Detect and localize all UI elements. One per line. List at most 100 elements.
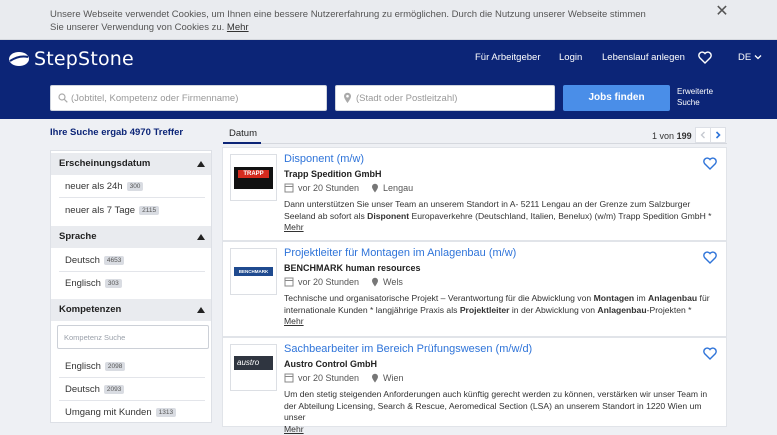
divider <box>59 271 205 272</box>
desc-highlight: Disponent <box>367 210 410 221</box>
desc-highlight: Projektleiter <box>459 304 510 315</box>
job-title-link[interactable]: Sachbearbeiter im Bereich Prüfungswesen … <box>284 343 532 355</box>
company-name: BENCHMARK human resources <box>284 263 421 273</box>
more-link[interactable]: Mehr <box>284 222 304 232</box>
job-card[interactable]: BENCHMARK Projektleiter für Montagen im … <box>222 241 727 337</box>
heart-icon[interactable] <box>703 251 717 264</box>
collapse-icon[interactable] <box>197 234 205 240</box>
clock-icon <box>284 277 294 287</box>
job-card[interactable]: austro Sachbearbeiter im Bereich Prüfung… <box>222 337 727 434</box>
filter-option[interactable]: Deutsch 4653 <box>65 255 125 266</box>
filter-option[interactable]: neuer als 24h 300 <box>65 181 144 192</box>
skill-search-input[interactable] <box>64 326 204 348</box>
find-jobs-button[interactable]: Jobs finden <box>563 85 670 111</box>
filter-header-language[interactable]: Sprache <box>51 226 211 248</box>
cookie-more-link[interactable]: Mehr <box>227 22 249 33</box>
job-card[interactable]: TRAPP Disponent (m/w) Trapp Spedition Gm… <box>222 147 727 241</box>
job-description: Dann unterstützen Sie unser Team an unse… <box>284 199 714 234</box>
keyword-search-field[interactable] <box>50 85 327 111</box>
count-badge: 2098 <box>104 361 126 371</box>
collapse-icon[interactable] <box>197 307 205 313</box>
skill-search-field[interactable] <box>57 325 209 349</box>
posted-time: vor 20 Stunden <box>298 277 360 287</box>
desc-text: -Projekten * <box>646 304 692 315</box>
tabs-divider <box>223 143 727 144</box>
pagination-info: 1 von 199 <box>652 131 692 141</box>
close-icon[interactable]: ✕ <box>712 3 732 23</box>
location-pin-icon <box>344 92 351 103</box>
collapse-icon[interactable] <box>197 161 205 167</box>
job-meta: vor 20 Stunden Wels <box>284 277 403 287</box>
chevron-left-icon <box>700 131 705 139</box>
job-location: Wels <box>383 277 403 287</box>
stepstone-logo[interactable]: StepStone <box>8 48 134 70</box>
site-header: StepStone Für Arbeitgeber Login Lebensla… <box>0 40 777 119</box>
prev-page-button[interactable] <box>695 127 711 143</box>
nav-cv-link[interactable]: Lebenslauf anlegen <box>602 52 685 63</box>
filter-option-label: neuer als 7 Tage <box>65 205 136 216</box>
desc-text: in der Abwicklung von <box>509 304 598 315</box>
result-count: Ihre Suche ergab 4970 Treffer <box>50 127 184 138</box>
logo-text: TRAPP <box>238 170 269 178</box>
language-selector[interactable]: DE <box>738 52 751 63</box>
filter-option[interactable]: neuer als 7 Tage 2115 <box>65 205 160 216</box>
filter-option-label: Deutsch <box>65 255 100 266</box>
filter-header-skills[interactable]: Kompetenzen <box>51 299 211 321</box>
job-title-link[interactable]: Disponent (m/w) <box>284 153 364 165</box>
desc-text: Europaverkehre (Deutschland, Italien, Be… <box>409 210 712 221</box>
filter-option-label: Deutsch <box>65 384 100 395</box>
count-badge: 2115 <box>139 205 160 215</box>
page-total: 199 <box>676 131 692 141</box>
location-search-input[interactable] <box>356 86 551 110</box>
filter-option-label: Umgang mit Kunden <box>65 407 152 418</box>
brand-name: StepStone <box>34 48 134 70</box>
filter-option-label: neuer als 24h <box>65 181 123 192</box>
chevron-down-icon[interactable] <box>754 53 762 61</box>
logo-text: austro <box>234 356 273 370</box>
count-badge: 2093 <box>103 384 125 394</box>
logo-box: TRAPP <box>234 167 273 189</box>
heart-icon[interactable] <box>703 157 717 170</box>
filter-option-label: Englisch <box>65 361 101 372</box>
job-description: Um den stetig steigenden Anforderungen a… <box>284 389 714 435</box>
location-search-field[interactable] <box>335 85 555 111</box>
search-icon <box>58 93 68 103</box>
job-title-link[interactable]: Projektleiter für Montagen im Anlagenbau… <box>284 247 516 259</box>
tab-sort-date[interactable]: Datum <box>229 128 257 139</box>
location-pin-icon <box>372 183 379 193</box>
active-tab-indicator <box>223 142 261 144</box>
cookie-text: Unsere Webseite verwendet Cookies, um Ih… <box>50 8 650 34</box>
more-link[interactable]: Mehr <box>284 424 304 434</box>
desc-highlight: Anlagenbau <box>597 304 647 315</box>
desc-highlight: Montagen <box>593 293 635 303</box>
clock-icon <box>284 183 294 193</box>
filter-title: Sprache <box>59 231 97 242</box>
job-meta: vor 20 Stunden Wien <box>284 373 404 383</box>
job-location: Wien <box>383 373 404 383</box>
chevron-right-icon <box>715 131 721 139</box>
nav-employers-link[interactable]: Für Arbeitgeber <box>475 52 540 63</box>
heart-icon[interactable] <box>698 51 712 64</box>
company-name: Trapp Spedition GmbH <box>284 169 382 179</box>
filter-option[interactable]: Deutsch 2093 <box>65 384 125 395</box>
cookie-message: Unsere Webseite verwendet Cookies, um Ih… <box>50 9 646 33</box>
filter-panel: Erscheinungsdatum neuer als 24h 300 neuer… <box>50 150 212 423</box>
keyword-search-input[interactable] <box>71 86 321 110</box>
filter-option[interactable]: Englisch 2098 <box>65 361 126 372</box>
desc-text: Technische und organisatorische Projekt … <box>284 293 594 303</box>
location-pin-icon <box>372 277 379 287</box>
cookie-banner: Unsere Webseite verwendet Cookies, um Ih… <box>0 0 777 40</box>
advanced-search-link[interactable]: Erweiterte Suche <box>677 86 727 108</box>
location-pin-icon <box>372 373 379 383</box>
next-page-button[interactable] <box>710 127 726 143</box>
divider <box>59 377 205 378</box>
heart-icon[interactable] <box>703 347 717 360</box>
filter-header-date[interactable]: Erscheinungsdatum <box>51 153 211 175</box>
filter-option[interactable]: Umgang mit Kunden 1313 <box>65 407 177 418</box>
logo-text: BENCHMARK <box>234 267 273 276</box>
filter-option[interactable]: Englisch 303 <box>65 278 122 289</box>
desc-text: Um den stetig steigenden Anforderungen a… <box>284 389 708 422</box>
nav-login-link[interactable]: Login <box>559 52 582 63</box>
job-list: TRAPP Disponent (m/w) Trapp Spedition Gm… <box>222 147 727 434</box>
more-link[interactable]: Mehr <box>284 316 304 326</box>
